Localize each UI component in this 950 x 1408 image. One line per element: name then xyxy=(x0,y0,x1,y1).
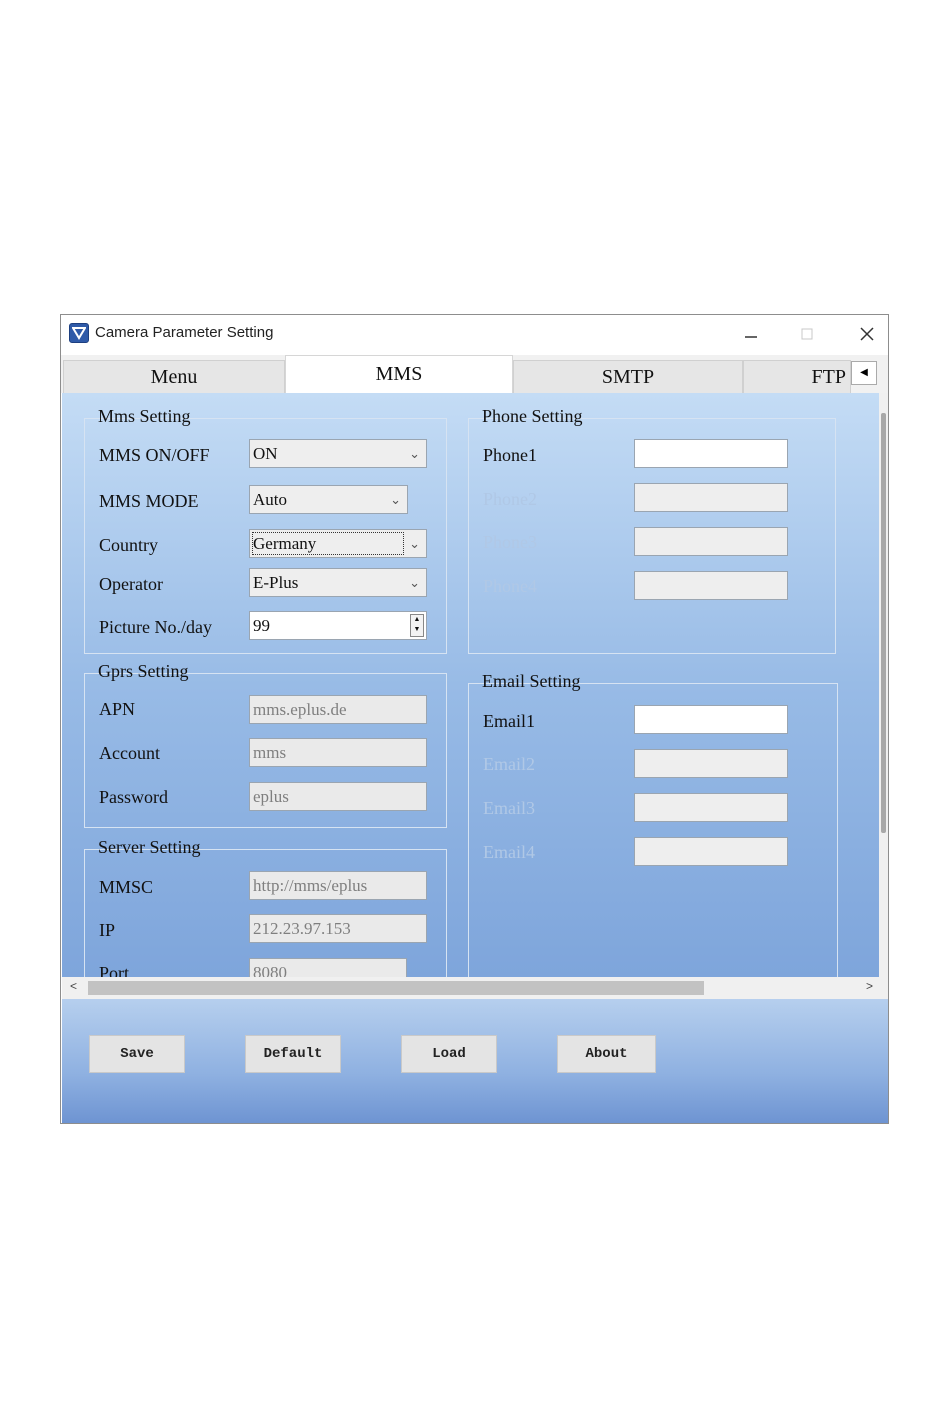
button-bar: Save Default Load About xyxy=(62,999,888,1123)
select-value: Germany xyxy=(253,534,317,553)
country-label: Country xyxy=(99,535,159,555)
picture-label: Picture No./day xyxy=(99,617,212,637)
ip-input[interactable]: 212.23.97.153 xyxy=(249,914,427,943)
email2-label: Email2 xyxy=(483,754,535,774)
about-button[interactable]: About xyxy=(557,1035,656,1073)
mms-onoff-select[interactable]: ON ⌄ xyxy=(249,439,427,468)
operator-label: Operator xyxy=(99,574,163,594)
mmsc-label: MMSC xyxy=(99,877,154,897)
tab-ftp[interactable]: FTP xyxy=(743,360,851,393)
minimize-icon xyxy=(745,336,757,338)
select-value: Auto xyxy=(253,490,287,509)
title-bar: Camera Parameter Setting xyxy=(61,315,888,353)
email1-label: Email1 xyxy=(483,711,535,731)
tab-smtp[interactable]: SMTP xyxy=(513,360,743,393)
mms-tab-panel: Mms Setting MMS ON/OFF ON ⌄ MMS MODE Aut… xyxy=(62,393,879,977)
mms-mode-select[interactable]: Auto ⌄ xyxy=(249,485,408,514)
password-input[interactable]: eplus xyxy=(249,782,427,811)
save-button[interactable]: Save xyxy=(89,1035,185,1073)
default-button[interactable]: Default xyxy=(245,1035,341,1073)
group-title: Phone Setting xyxy=(482,406,583,426)
email3-input[interactable] xyxy=(634,793,788,822)
email2-input[interactable] xyxy=(634,749,788,778)
scroll-right-icon[interactable]: > xyxy=(866,979,873,993)
select-value: E-Plus xyxy=(253,573,299,592)
app-window: Camera Parameter Setting Menu MMS SMTP F… xyxy=(60,314,889,1124)
chevron-down-icon: ⌄ xyxy=(390,492,401,507)
password-label: Password xyxy=(99,787,169,807)
tab-scroll-button[interactable]: ◀ xyxy=(851,361,877,385)
email3-label: Email3 xyxy=(483,798,535,818)
mmsc-input[interactable]: http://mms/eplus xyxy=(249,871,427,900)
ip-label: IP xyxy=(99,920,116,940)
camera-app-icon xyxy=(69,323,89,343)
vertical-scrollbar[interactable] xyxy=(879,393,888,977)
chevron-down-icon: ⌄ xyxy=(409,536,420,551)
select-value: ON xyxy=(253,444,278,463)
group-title: Gprs Setting xyxy=(98,661,189,681)
phone2-label: Phone2 xyxy=(483,489,537,509)
phone3-input[interactable] xyxy=(634,527,788,556)
email4-label: Email4 xyxy=(483,842,535,862)
close-icon xyxy=(860,327,874,341)
tab-mms[interactable]: MMS xyxy=(285,355,513,393)
country-select[interactable]: Germany ⌄ xyxy=(249,529,427,558)
scroll-left-icon[interactable]: < xyxy=(70,979,77,993)
tab-bar: Menu MMS SMTP FTP ◀ xyxy=(61,355,888,393)
phone1-input[interactable] xyxy=(634,439,788,468)
window-title: Camera Parameter Setting xyxy=(95,324,274,341)
email4-input[interactable] xyxy=(634,837,788,866)
mms-onoff-label: MMS ON/OFF xyxy=(99,445,210,465)
chevron-left-icon: ◀ xyxy=(860,367,868,378)
operator-select[interactable]: E-Plus ⌄ xyxy=(249,568,427,597)
maximize-button[interactable] xyxy=(787,319,827,349)
maximize-icon xyxy=(801,328,813,340)
close-button[interactable] xyxy=(847,319,887,349)
mms-mode-label: MMS MODE xyxy=(99,491,199,511)
phone4-input[interactable] xyxy=(634,571,788,600)
apn-label: APN xyxy=(99,699,136,719)
load-button[interactable]: Load xyxy=(401,1035,497,1073)
account-input[interactable]: mms xyxy=(249,738,427,767)
picture-per-day-input[interactable]: 99 ▲ ▼ xyxy=(249,611,427,640)
chevron-down-icon: ⌄ xyxy=(409,575,420,590)
group-title: Server Setting xyxy=(98,837,201,857)
apn-input[interactable]: mms.eplus.de xyxy=(249,695,427,724)
chevron-down-icon: ⌄ xyxy=(409,446,420,461)
group-title: Email Setting xyxy=(482,671,581,691)
horizontal-scroll-thumb[interactable] xyxy=(88,981,704,995)
minimize-button[interactable] xyxy=(731,319,771,349)
email1-input[interactable] xyxy=(634,705,788,734)
spinner-arrows-icon[interactable]: ▲ ▼ xyxy=(410,614,424,637)
input-value: 99 xyxy=(253,616,270,635)
group-title: Mms Setting xyxy=(98,406,191,426)
account-label: Account xyxy=(99,743,160,763)
phone1-label: Phone1 xyxy=(483,445,537,465)
phone4-label: Phone4 xyxy=(483,576,537,596)
port-input[interactable]: 8080 xyxy=(249,958,407,977)
horizontal-scrollbar[interactable]: < > xyxy=(62,977,888,999)
tab-menu[interactable]: Menu xyxy=(63,360,285,393)
phone2-input[interactable] xyxy=(634,483,788,512)
vertical-scroll-thumb[interactable] xyxy=(881,413,886,833)
phone3-label: Phone3 xyxy=(483,532,537,552)
port-label: Port xyxy=(99,963,130,977)
